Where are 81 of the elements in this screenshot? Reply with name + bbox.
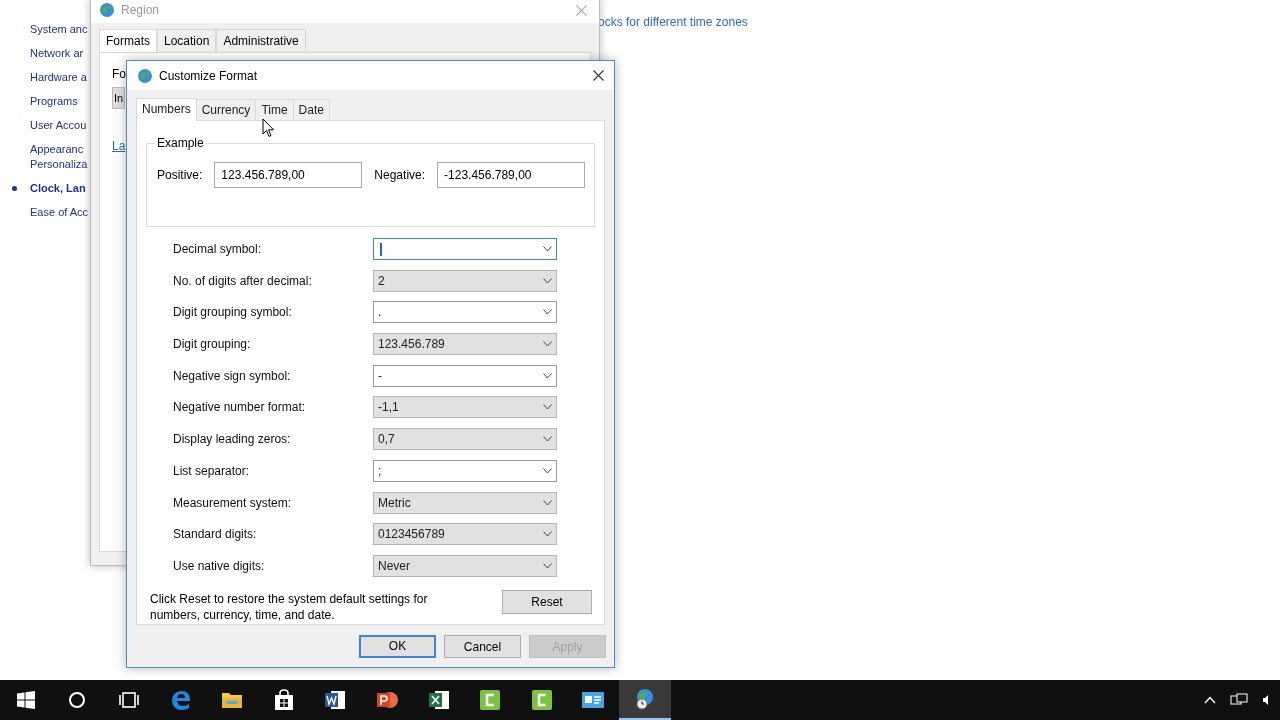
globe-icon [137,67,153,84]
group-title: Example [155,136,206,150]
tab[interactable]: Formats [99,29,157,52]
format-label: Fo [112,67,126,81]
browser-icon[interactable] [169,689,192,711]
dropdown[interactable]: ; [373,459,557,482]
dropdown[interactable] [373,238,557,260]
sidebar-item[interactable]: System anc [30,22,88,37]
windows-logo-icon[interactable] [16,691,35,709]
chevron-down-icon [543,309,552,316]
sidebar-item[interactable]: Appearanc Personaliza [30,142,88,172]
reset-note: Click Reset to restore the system default settings for numbers, currency, time, and date. [150,590,429,623]
close-icon[interactable] [593,70,604,81]
tab[interactable]: Administrative [216,29,306,52]
dropdown[interactable]: 123.456.789 [373,333,557,356]
dialog-button[interactable]: Cancel [444,635,521,658]
task-view-icon[interactable] [118,691,140,709]
presentation-app-icon[interactable] [375,689,398,711]
volume-icon[interactable] [1262,693,1270,707]
setting-label: Decimal symbol: [173,242,263,256]
sidebar-item[interactable]: Hardware a [30,70,87,85]
document-app-icon[interactable] [324,689,347,711]
dropdown[interactable]: Never [373,554,557,577]
shopping-bag-icon[interactable] [273,689,294,711]
chevron-down-icon [543,404,552,411]
bullet-icon [12,186,17,191]
tab[interactable]: Numbers [136,98,197,121]
setting-label: No. of digits after decimal: [173,273,313,288]
sidebar-item[interactable]: Ease of Acc [30,205,89,220]
dropdown[interactable]: 0123456789 [373,523,557,546]
setting-label: Digit grouping: [173,337,252,352]
chevron-down-icon [543,246,552,252]
chevron-down-icon [543,277,552,284]
dropdown[interactable]: Metric [373,491,557,514]
format-dropdown[interactable]: In [112,87,126,109]
window-title: Region [121,3,161,17]
reset-button[interactable]: Reset [502,589,592,614]
tab[interactable]: Currency [195,99,257,120]
sidebar-item[interactable]: Programs [30,94,78,109]
setting-label: Digit grouping symbol: [173,305,293,320]
chevron-down-icon [543,531,552,538]
settings-link[interactable]: La [112,139,126,153]
network-icon[interactable] [1230,693,1248,707]
chevron-down-icon [543,436,552,443]
dialog-button[interactable]: OK [359,635,436,658]
dropdown[interactable]: - [373,364,557,387]
dropdown[interactable]: 2 [373,269,557,292]
setting-label: Use native digits: [173,558,266,573]
sidebar-item[interactable]: User Accou [30,118,87,133]
dropdown[interactable]: . [373,301,557,324]
sidebar-item[interactable]: Clock, Lan [30,181,86,196]
setting-label: List separator: [173,463,251,478]
globe-icon [99,2,115,18]
search-icon[interactable] [68,691,87,709]
tab[interactable]: Location [157,29,217,52]
chevron-down-icon [543,341,552,348]
input-field[interactable]: -123.456.789,00 [437,162,586,188]
input-field[interactable]: 123.456.789,00 [214,162,363,188]
tab[interactable]: Date [292,99,330,120]
recorder-app-icon[interactable] [479,689,502,711]
field-label: Positive: [157,168,203,182]
chevron-down-icon [543,467,552,474]
chevron-down-icon [543,372,552,379]
chevron-down-icon [543,499,552,506]
dropdown[interactable]: 0,7 [373,428,557,451]
sidebar-item[interactable]: Network ar [30,46,84,61]
window-title: Customize Format [159,68,259,83]
chevron-down-icon [543,562,552,569]
recorder-app-icon[interactable] [530,689,553,711]
setting-label: Display leading zeros: [173,432,292,447]
card-app-icon[interactable] [581,690,606,710]
field-label: Negative: [374,168,426,182]
setting-label: Standard digits: [173,527,258,542]
setting-label: Measurement system: [173,495,293,510]
setting-label: Negative number format: [173,400,307,415]
folder-icon[interactable] [221,690,244,710]
active-taskbar-button[interactable] [619,680,671,720]
spreadsheet-app-icon[interactable] [427,689,450,711]
chevron-up-icon [1204,696,1216,704]
dropdown[interactable]: -1,1 [373,396,557,419]
setting-label: Negative sign symbol: [173,368,292,383]
